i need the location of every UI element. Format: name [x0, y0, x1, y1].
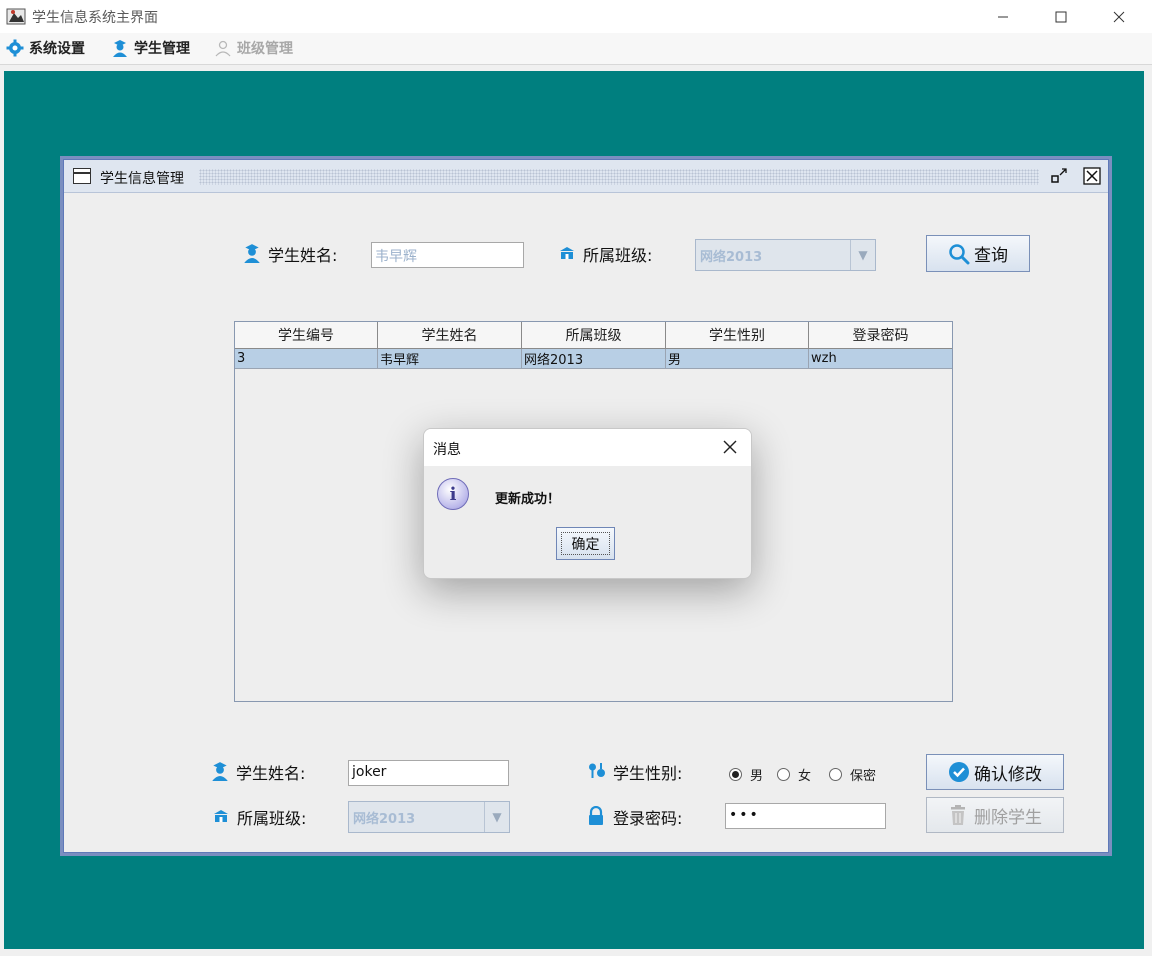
delete-student-button[interactable]: 删除学生 — [926, 797, 1064, 833]
edit-name-label: 学生姓名: — [236, 764, 306, 783]
edit-gender-label: 学生性别: — [613, 764, 683, 783]
edit-class-label: 所属班级: — [237, 809, 307, 828]
edit-gender-label-group: 学生性别: — [587, 760, 682, 784]
dialog-title: 消息 — [433, 442, 461, 458]
restore-icon[interactable] — [1050, 167, 1068, 185]
column-header[interactable]: 学生编号 — [235, 322, 378, 349]
ok-button[interactable]: 确定 — [556, 527, 615, 560]
combo-value: 网络2013 — [700, 249, 763, 265]
column-header[interactable]: 学生性别 — [666, 322, 809, 349]
maximize-icon[interactable] — [1038, 0, 1084, 33]
search-button[interactable]: 查询 — [926, 235, 1030, 272]
password-field[interactable]: ••• — [725, 803, 886, 829]
dialog-message: 更新成功！ — [495, 492, 561, 507]
column-header[interactable]: 学生姓名 — [378, 322, 522, 349]
lock-icon — [587, 806, 609, 828]
column-header[interactable]: 所属班级 — [522, 322, 666, 349]
edit-password-label-group: 登录密码: — [587, 805, 682, 829]
edit-name-input[interactable]: joker — [348, 760, 509, 786]
close-icon[interactable] — [720, 437, 740, 457]
gender-radio-female[interactable]: 女 — [777, 765, 812, 784]
gear-icon — [5, 38, 25, 58]
column-header[interactable]: 登录密码 — [809, 322, 952, 349]
window-titlebar: 学生信息系统主界面 — [0, 0, 1152, 33]
radio-label: 男 — [750, 768, 764, 784]
table-cell[interactable]: 韦早辉 — [378, 349, 522, 369]
titlebar-grip — [199, 169, 1039, 185]
edit-password-label: 登录密码: — [613, 809, 683, 828]
chevron-down-icon[interactable]: ▼ — [484, 802, 509, 832]
window-title: 学生信息系统主界面 — [32, 10, 158, 26]
menu-class-management[interactable]: 班级管理 — [213, 38, 293, 58]
gender-radio-secret[interactable]: 保密 — [829, 765, 877, 784]
minimize-icon[interactable] — [980, 0, 1026, 33]
frame-close-icon[interactable] — [1083, 167, 1101, 185]
menu-student-management[interactable]: 学生管理 — [110, 38, 190, 58]
table-cell[interactable]: wzh — [809, 349, 952, 369]
search-name-input[interactable]: 韦早辉 — [371, 242, 524, 268]
dialog-titlebar[interactable]: 消息 — [424, 429, 751, 466]
menu-label: 系统设置 — [29, 41, 85, 57]
edit-name-label-group: 学生姓名: — [210, 760, 305, 784]
frame-window-icon — [73, 168, 91, 184]
chevron-down-icon[interactable]: ▼ — [850, 240, 875, 270]
student-icon — [110, 38, 130, 58]
internal-frame-titlebar[interactable]: 学生信息管理 — [64, 160, 1108, 193]
gender-icon — [587, 761, 609, 783]
search-name-label: 学生姓名: — [268, 246, 338, 265]
search-class-label: 所属班级: — [583, 246, 653, 265]
search-icon — [948, 243, 970, 265]
delete-student-label: 删除学生 — [974, 807, 1042, 828]
message-dialog: 消息 i 更新成功！ 确定 — [423, 428, 752, 579]
edit-class-label-group: 所属班级: — [213, 805, 306, 829]
info-icon: i — [437, 478, 469, 510]
table-header: 学生编号 学生姓名 所属班级 学生性别 登录密码 — [235, 322, 952, 349]
student-icon — [242, 243, 264, 265]
check-circle-icon — [948, 761, 970, 783]
users-icon — [213, 38, 233, 58]
combo-value: 网络2013 — [353, 811, 416, 827]
search-button-label: 查询 — [974, 246, 1008, 266]
menu-label: 班级管理 — [237, 41, 293, 57]
student-icon — [210, 761, 232, 783]
table-cell[interactable]: 网络2013 — [522, 349, 666, 369]
edit-class-combo[interactable]: 网络2013 ▼ — [348, 801, 510, 833]
search-class-combo[interactable]: 网络2013 ▼ — [695, 239, 876, 271]
radio-label: 保密 — [850, 768, 877, 784]
confirm-edit-button[interactable]: 确认修改 — [926, 754, 1064, 790]
school-icon — [213, 808, 231, 826]
menu-label: 学生管理 — [134, 41, 190, 57]
school-icon — [559, 245, 577, 263]
gender-radio-male[interactable]: 男 — [729, 765, 764, 784]
trash-icon — [948, 804, 970, 826]
menu-system-settings[interactable]: 系统设置 — [5, 38, 85, 58]
close-icon[interactable] — [1096, 0, 1142, 33]
radio-button[interactable] — [777, 767, 790, 781]
confirm-edit-label: 确认修改 — [974, 764, 1042, 785]
table-row[interactable]: 3 韦早辉 网络2013 男 wzh — [235, 349, 952, 369]
search-class-label-group: 所属班级: — [559, 242, 652, 266]
radio-button[interactable] — [829, 767, 842, 781]
radio-button[interactable] — [729, 767, 742, 781]
table-cell[interactable]: 男 — [666, 349, 809, 369]
app-icon — [6, 6, 26, 26]
radio-label: 女 — [798, 768, 812, 784]
search-name-label-group: 学生姓名: — [242, 242, 337, 266]
menu-bar: 系统设置 学生管理 班级管理 — [0, 33, 1152, 65]
internal-frame-title: 学生信息管理 — [100, 171, 184, 187]
table-cell[interactable]: 3 — [235, 349, 378, 369]
